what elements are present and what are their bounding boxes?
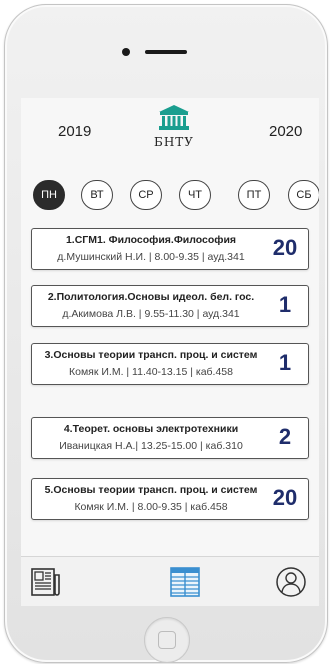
nav-schedule-button[interactable] <box>169 566 201 598</box>
nav-news-button[interactable] <box>30 566 62 598</box>
lesson-week-number: 2 <box>278 424 292 449</box>
weekday-selector: ПН ВТ СР ЧТ ПТ СБ <box>33 180 319 210</box>
bntu-logo: БНТУ <box>147 104 201 152</box>
app-screen: 2019 БНТУ 2020 ПН ВТ СР ЧТ ПТ СБ 1.СГМ1.… <box>21 98 319 606</box>
day-tab-saturday[interactable]: СБ <box>288 180 319 210</box>
camera-dot <box>122 48 130 56</box>
year-start: 2019 <box>58 123 92 140</box>
day-tab-tuesday[interactable]: ВТ <box>81 180 113 210</box>
lesson-details: д.Акимова Л.В. | 9.55-11.30 | ауд.341 <box>62 308 240 320</box>
lesson-details: д.Мушинский Н.И. | 8.00-9.35 | ауд.341 <box>57 251 245 263</box>
schedule-table-icon <box>170 567 200 597</box>
nav-profile-button[interactable] <box>275 566 307 598</box>
lesson-title: 1.СГМ1. Философия.Философия <box>65 234 237 246</box>
day-tab-wednesday[interactable]: СР <box>130 180 162 210</box>
lesson-details: Комяк И.М. | 8.00-9.35 | каб.458 <box>74 501 228 513</box>
lesson-card[interactable]: 4.Теорет. основы электротехники Иваницка… <box>31 417 309 459</box>
lesson-card[interactable]: 5.Основы теории трансп. проц. и систем К… <box>31 478 309 520</box>
lesson-week-number: 20 <box>272 235 298 260</box>
lesson-title: 4.Теорет. основы электротехники <box>63 423 239 435</box>
lesson-title: 2.Политология.Основы идеол. бел. гос. <box>47 291 255 303</box>
logo-text: БНТУ <box>154 135 194 149</box>
lesson-week-number: 1 <box>278 350 292 375</box>
year-end: 2020 <box>269 123 303 140</box>
lesson-details: Комяк И.М. | 11.40-13.15 | каб.458 <box>68 366 233 378</box>
university-building-icon <box>159 105 189 130</box>
day-tab-thursday[interactable]: ЧТ <box>179 180 211 210</box>
home-square-icon <box>158 631 176 649</box>
lesson-card[interactable]: 1.СГМ1. Философия.Философия д.Мушинский … <box>31 228 309 270</box>
lesson-week-number: 1 <box>278 292 292 317</box>
phone-frame: 2019 БНТУ 2020 ПН ВТ СР ЧТ ПТ СБ 1.СГМ1.… <box>4 4 328 663</box>
speaker-grille <box>145 50 187 54</box>
lesson-details: Иваницкая Н.А.| 13.25-15.00 | каб.310 <box>59 440 243 452</box>
lesson-card[interactable]: 2.Политология.Основы идеол. бел. гос. д.… <box>31 285 309 327</box>
bottom-navigation <box>21 556 319 606</box>
lesson-title: 3.Основы теории трансп. проц. и систем <box>44 349 258 361</box>
home-button[interactable] <box>144 617 190 663</box>
day-tab-friday[interactable]: ПТ <box>238 180 270 210</box>
profile-icon <box>276 567 306 597</box>
news-icon <box>31 568 60 596</box>
lesson-card[interactable]: 3.Основы теории трансп. проц. и систем К… <box>31 343 309 385</box>
lesson-title: 5.Основы теории трансп. проц. и систем <box>44 484 258 496</box>
lesson-week-number: 20 <box>272 485 298 510</box>
day-tab-monday[interactable]: ПН <box>33 180 65 210</box>
